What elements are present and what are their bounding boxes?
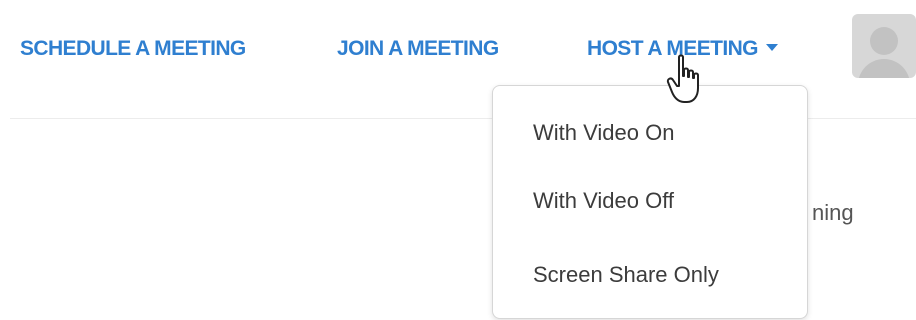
join-meeting-link[interactable]: JOIN A MEETING [337, 37, 499, 61]
menu-item-screen-share-only[interactable]: Screen Share Only [533, 262, 719, 288]
avatar-head [870, 27, 898, 55]
avatar-body [858, 59, 910, 78]
chevron-down-icon [765, 43, 778, 51]
menu-item-with-video-off[interactable]: With Video Off [533, 188, 674, 214]
menu-item-with-video-on[interactable]: With Video On [533, 120, 674, 146]
background-text: ning [812, 200, 854, 225]
host-meeting-dropdown: With Video On With Video Off Screen Shar… [492, 85, 808, 319]
schedule-meeting-link[interactable]: SCHEDULE A MEETING [20, 37, 246, 61]
zoom-header-page: SCHEDULE A MEETING JOIN A MEETING HOST A… [0, 0, 916, 320]
hand-pointer-cursor-icon [666, 54, 699, 103]
user-avatar-icon[interactable] [852, 14, 916, 78]
